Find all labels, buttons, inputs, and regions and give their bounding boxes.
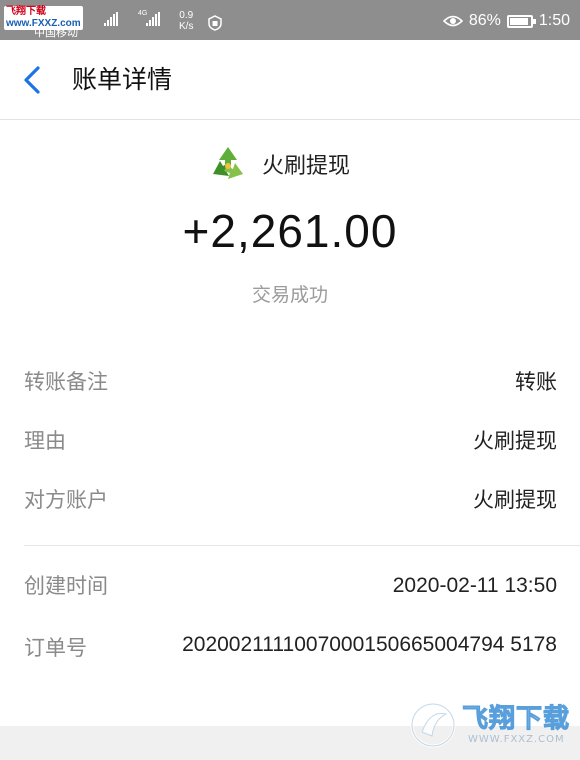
eye-comfort-icon: [442, 15, 463, 27]
detail-label: 创建时间: [24, 574, 108, 598]
chevron-left-icon[interactable]: [18, 64, 48, 96]
detail-value: 火刷提现: [473, 429, 557, 453]
order-number-value: 2020021111007000150665004794 5178: [182, 633, 557, 656]
carrier-name: 中国移动: [34, 27, 78, 39]
detail-value: 火刷提现: [473, 488, 557, 512]
speed-value: 0.9: [179, 10, 194, 21]
detail-row-created-time: 创建时间 2020-02-11 13:50: [24, 566, 557, 606]
watermark-logo-icon: [410, 702, 456, 748]
detail-value: 转账: [515, 370, 557, 394]
page-title: 账单详情: [72, 65, 173, 94]
speed-unit: K/s: [179, 21, 194, 32]
detail-label: 理由: [24, 429, 66, 453]
status-bar: 飞翔下载www.FXXZ.com 中国移动 4G 0.9 K/s 86% 1:5…: [0, 0, 580, 40]
app-bar: 账单详情: [0, 40, 580, 120]
watermark-brand: 飞翔下载: [461, 704, 571, 735]
transaction-status: 交易成功: [251, 284, 328, 306]
bill-detail-card: 火刷提现 +2,261.00 交易成功 转账备注 转账 理由 火刷提现 对方账户…: [0, 120, 580, 726]
site-logo-text-cn: 飞翔下载: [6, 6, 46, 17]
watermark-url: WWW.FXXZ.COM: [468, 734, 565, 745]
battery-icon: [506, 14, 536, 28]
detail-row-remark: 转账备注 转账: [24, 362, 557, 402]
detail-row-reason: 理由 火刷提现: [24, 421, 557, 461]
watermark: 飞翔下载 WWW.FXXZ.COM: [410, 698, 576, 758]
detail-value: 2020-02-11 13:50: [392, 574, 557, 597]
detail-row-counterparty: 对方账户 火刷提现: [24, 480, 557, 520]
signal-icon: [104, 12, 118, 26]
detail-label: 订单号: [24, 636, 87, 660]
transaction-amount: +2,261.00: [182, 205, 398, 257]
shield-icon: [208, 15, 222, 31]
clock: 1:50: [538, 12, 570, 29]
detail-label: 对方账户: [24, 488, 108, 512]
signal-icon-2: [146, 12, 160, 26]
section-divider: [24, 545, 580, 546]
recycle-logo-icon: [209, 145, 247, 183]
battery-percent: 86%: [468, 12, 501, 29]
network-speed: 0.9 K/s: [179, 10, 193, 32]
status-right: 86% 1:50: [442, 9, 570, 33]
detail-label: 转账备注: [24, 370, 108, 394]
merchant-header: 火刷提现: [208, 142, 350, 186]
merchant-name: 火刷提现: [262, 154, 351, 179]
